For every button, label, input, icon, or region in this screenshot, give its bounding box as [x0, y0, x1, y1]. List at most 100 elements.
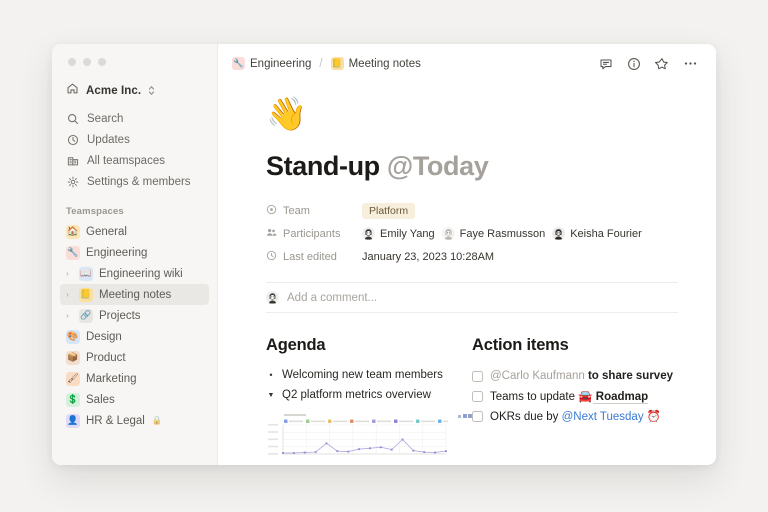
sidebar-item-label: Engineering: [86, 246, 148, 259]
agenda-heading: Agenda: [266, 336, 326, 354]
document-body: 👋 Stand-up @Today Team Platform Particip…: [218, 97, 716, 461]
property-row-participants[interactable]: Participants Emily Yang Faye Rasmusson Kei…: [266, 222, 716, 245]
text-span: OKRs due by: [490, 411, 562, 423]
clock-icon: [66, 133, 79, 146]
sidebar-item-updates[interactable]: Updates: [60, 129, 209, 150]
breadcrumb-separator: /: [319, 57, 323, 70]
search-icon: [66, 112, 79, 125]
agenda-item-text: Q2 platform metrics overview: [282, 389, 431, 401]
teamspace-icon: 📒: [79, 287, 93, 302]
sidebar-item-label: Search: [87, 112, 124, 125]
breadcrumb-item-meeting-notes[interactable]: 📒 Meeting notes: [330, 57, 421, 70]
content-columns: Agenda • Welcoming new team members ▼ Q2 pl…: [266, 336, 716, 461]
participant[interactable]: Keisha Fourier: [552, 227, 642, 240]
comment-input-placeholder[interactable]: Add a comment...: [287, 292, 377, 304]
sidebar-item-marketing[interactable]: 🖌 Marketing: [60, 368, 209, 389]
target-icon: [266, 204, 277, 218]
property-key: Participants: [266, 227, 362, 241]
action-item[interactable]: @Carlo Kaufmann to share survey: [472, 366, 716, 386]
chevron-right-icon[interactable]: ›: [62, 269, 73, 278]
checkbox[interactable]: [472, 370, 483, 382]
inline-mention[interactable]: @Carlo Kaufmann: [490, 370, 585, 382]
inline-emoji-icon: ⏰: [643, 411, 662, 423]
sidebar-item-label: Updates: [87, 133, 130, 146]
status-badge[interactable]: Platform: [362, 202, 416, 219]
star-icon[interactable]: [651, 53, 673, 75]
chevron-updown-icon: [148, 85, 155, 98]
action-item-text: OKRs due by @Next Tuesday ⏰: [490, 409, 661, 423]
comment-icon[interactable]: [595, 53, 617, 75]
minimize-button[interactable]: [83, 58, 91, 66]
breadcrumb-item-engineering[interactable]: 🔧 Engineering: [232, 57, 311, 70]
app-window: Acme Inc. Search Updates All teamspaces …: [52, 44, 716, 465]
sidebar-section-label: Teamspaces: [66, 206, 124, 217]
property-row-team[interactable]: Team Platform: [266, 199, 716, 222]
drag-dot: [462, 414, 467, 418]
page-emoji[interactable]: 👋: [266, 97, 716, 130]
checkbox[interactable]: [472, 390, 483, 402]
sidebar-item-label: Product: [86, 351, 126, 364]
agenda-item[interactable]: • Welcoming new team members: [266, 366, 471, 386]
window-traffic-lights[interactable]: [52, 44, 217, 66]
lock-icon: 🔒: [151, 415, 163, 425]
agenda-item[interactable]: ▼ Q2 platform metrics overview: [266, 386, 471, 406]
sidebar-item-engineering[interactable]: 🔧 Engineering: [60, 242, 209, 263]
gear-icon: [66, 175, 79, 188]
buildings-icon: [66, 154, 79, 167]
sidebar-item-settings-members[interactable]: Settings & members: [60, 171, 209, 192]
bullet-icon: •: [269, 370, 273, 380]
participant[interactable]: Emily Yang: [362, 227, 435, 240]
maximize-button[interactable]: [98, 58, 106, 66]
toggle-triangle-icon[interactable]: ▼: [266, 386, 276, 405]
inline-mention[interactable]: @Next Tuesday: [562, 411, 644, 423]
agenda-item-text: Welcoming new team members: [282, 369, 443, 381]
drag-handle-icon[interactable]: [458, 414, 472, 418]
teamspace-icon: 🏠: [66, 224, 80, 239]
sidebar-item-label: Meeting notes: [99, 288, 172, 301]
people-icon: [266, 227, 277, 241]
sidebar-item-all-teamspaces[interactable]: All teamspaces: [60, 150, 209, 171]
inline-emoji-icon: 🚘: [578, 391, 593, 403]
sidebar-item-label: All teamspaces: [87, 154, 165, 167]
embedded-chart[interactable]: [266, 412, 472, 461]
agenda-list: • Welcoming new team members ▼ Q2 platform …: [266, 366, 471, 406]
sidebar-item-sales[interactable]: 💲 Sales: [60, 389, 209, 410]
workspace-name: Acme Inc.: [86, 85, 142, 97]
sidebar-item-label: HR & Legal: [86, 414, 145, 427]
breadcrumb-label: Meeting notes: [348, 57, 421, 70]
participant[interactable]: Faye Rasmusson: [441, 227, 545, 240]
property-label: Last edited: [283, 250, 337, 263]
workspace-switcher[interactable]: Acme Inc.: [66, 82, 207, 100]
comment-composer[interactable]: Add a comment...: [266, 282, 678, 313]
sidebar-item-label: Engineering wiki: [99, 267, 183, 280]
sidebar-item-engineering-wiki[interactable]: › 📖 Engineering wiki: [60, 263, 209, 284]
sidebar-item-general[interactable]: 🏠 General: [60, 221, 209, 242]
wrench-icon: 🔧: [232, 57, 245, 70]
chevron-right-icon[interactable]: ›: [62, 290, 73, 299]
sidebar-item-label: Sales: [86, 393, 115, 406]
breadcrumb-label: Engineering: [250, 57, 312, 70]
action-item[interactable]: Teams to update 🚘 Roadmap: [472, 386, 716, 406]
text-span: Teams to update: [490, 391, 579, 403]
teamspace-icon: 🎨: [66, 329, 80, 344]
page-title[interactable]: Stand-up @Today: [266, 151, 716, 182]
info-icon[interactable]: [623, 53, 645, 75]
sidebar-item-hr-legal[interactable]: 👤 HR & Legal 🔒: [60, 410, 209, 431]
more-options-icon[interactable]: [679, 53, 701, 75]
action-item[interactable]: OKRs due by @Next Tuesday ⏰: [472, 406, 716, 426]
action-item-text: Teams to update 🚘 Roadmap: [490, 389, 649, 404]
sidebar-item-search[interactable]: Search: [60, 108, 209, 129]
sidebar-item-product[interactable]: 📦 Product: [60, 347, 209, 368]
sidebar-item-label: Projects: [99, 309, 141, 322]
agenda-column: Agenda • Welcoming new team members ▼ Q2 pl…: [266, 336, 472, 461]
sidebar-item-design[interactable]: 🎨 Design: [60, 326, 209, 347]
close-button[interactable]: [68, 58, 76, 66]
chevron-right-icon[interactable]: ›: [62, 311, 73, 320]
checkbox[interactable]: [472, 410, 483, 422]
sidebar-item-meeting-notes[interactable]: › 📒 Meeting notes: [60, 284, 209, 305]
clock-icon: [266, 250, 277, 264]
avatar: [266, 291, 279, 304]
sidebar-nav: Search Updates All teamspaces Settings &…: [52, 108, 217, 192]
teamspace-icon: 👤: [66, 413, 80, 428]
sidebar-item-projects[interactable]: › 🔗 Projects: [60, 305, 209, 326]
